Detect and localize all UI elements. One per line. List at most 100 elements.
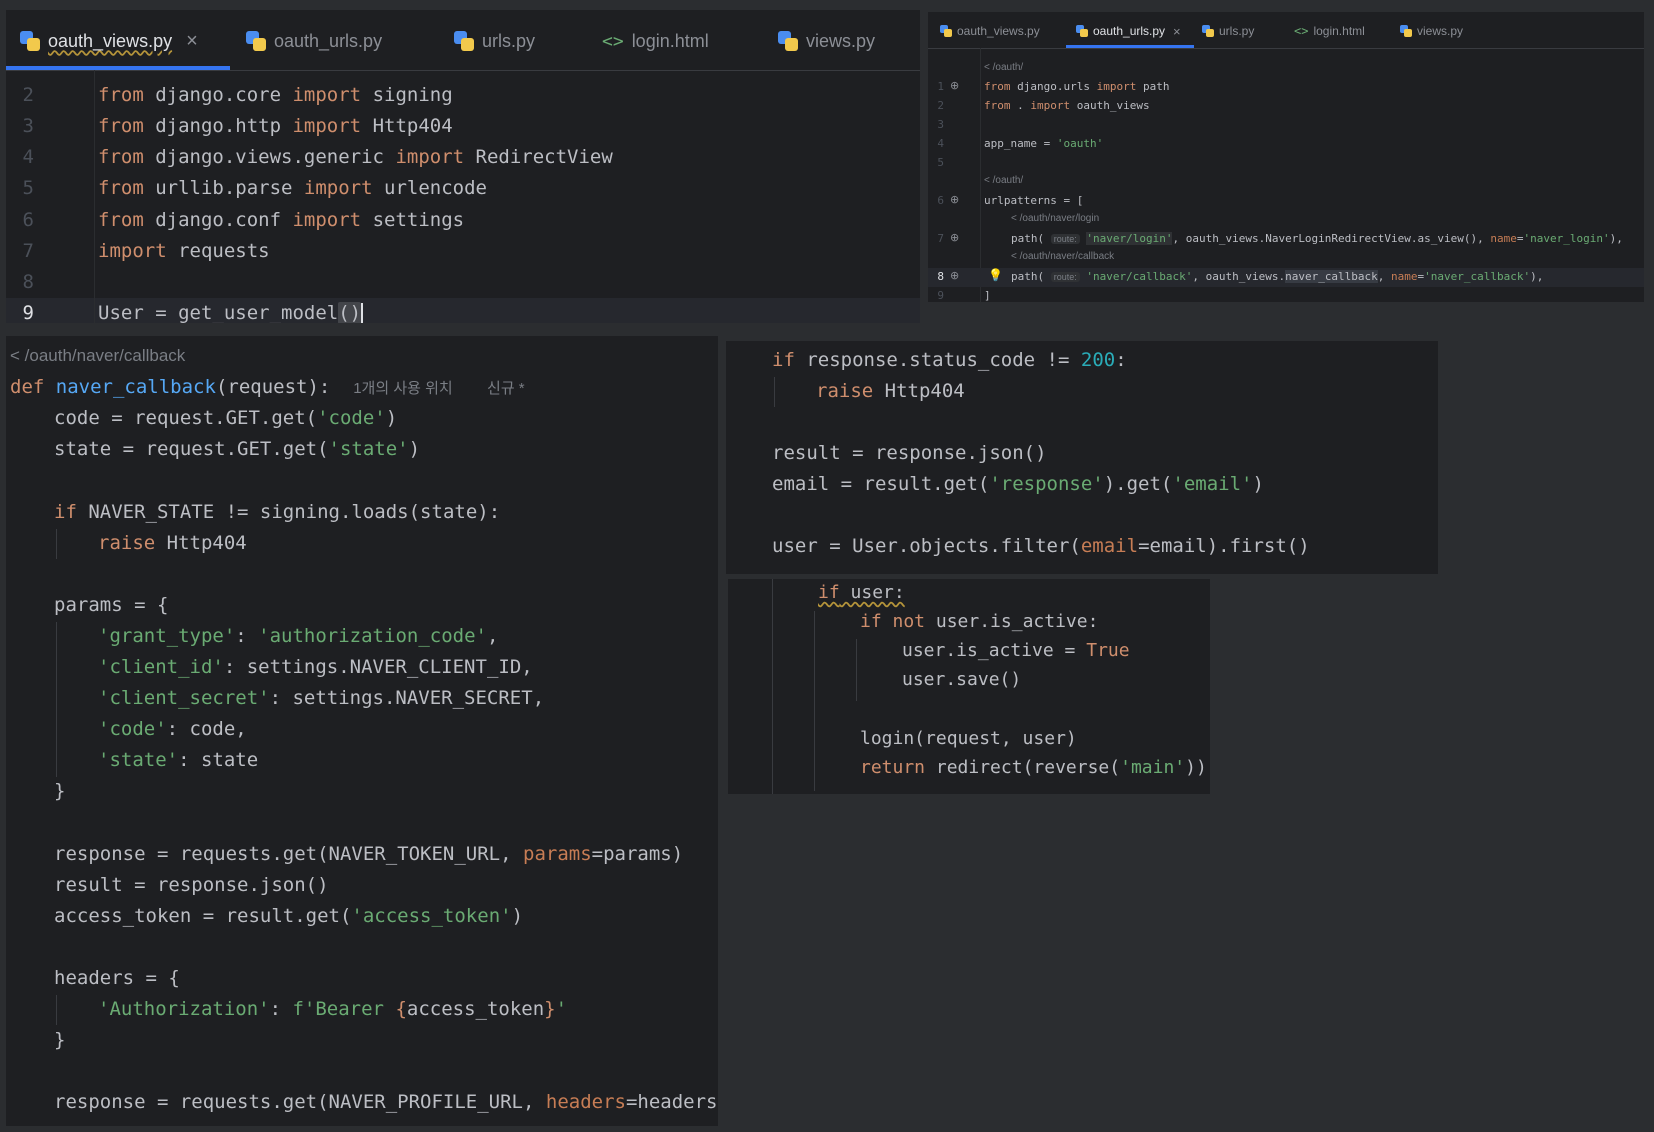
line-number: 8 bbox=[937, 270, 944, 283]
code-line: state = request.GET.get('state') bbox=[54, 438, 421, 460]
route-hint: < /oauth/ bbox=[984, 62, 1024, 73]
tab-label: oauth_urls.py bbox=[1093, 24, 1166, 38]
code-line: result = response.json() bbox=[772, 442, 1047, 464]
close-icon[interactable]: × bbox=[1173, 24, 1181, 39]
globe-icon[interactable]: ⊕ bbox=[950, 193, 959, 206]
line-number: 7 bbox=[937, 232, 944, 245]
python-file-icon bbox=[20, 31, 40, 51]
indent-guide bbox=[774, 377, 775, 407]
python-file-icon bbox=[1076, 25, 1088, 37]
new-hint: 신규 * bbox=[487, 380, 525, 397]
route-hint: < /oauth/naver/login bbox=[1011, 213, 1100, 224]
code-snippet-response-handling[interactable]: if response.status_code != 200: raise Ht… bbox=[726, 341, 1438, 574]
line-number: 2 bbox=[937, 99, 944, 112]
editor-tab-bar: oauth_views.py oauth_urls.py × urls.py <… bbox=[928, 12, 1644, 49]
code-line: 'client_id': settings.NAVER_CLIENT_ID, bbox=[98, 656, 533, 678]
code-line: from . import oauth_views bbox=[984, 99, 1150, 112]
code-line: user = User.objects.filter(email=email).… bbox=[772, 535, 1310, 557]
text-caret bbox=[361, 302, 364, 323]
python-file-icon bbox=[778, 31, 798, 51]
line-number: 9 bbox=[937, 289, 944, 302]
code-line: if NAVER_STATE != signing.loads(state): bbox=[54, 501, 501, 523]
indent-guide bbox=[56, 995, 57, 1025]
code-line: response = requests.get(NAVER_PROFILE_UR… bbox=[54, 1091, 718, 1113]
python-file-icon bbox=[246, 31, 266, 51]
globe-icon[interactable]: ⊕ bbox=[950, 79, 959, 92]
indent-guide bbox=[814, 611, 815, 791]
line-number: 3 bbox=[22, 115, 34, 137]
tab-label: views.py bbox=[1417, 24, 1464, 38]
route-hint: < /oauth/naver/callback bbox=[1011, 251, 1115, 262]
editor-oauth-views-top[interactable]: oauth_views.py × oauth_urls.py urls.py <… bbox=[6, 10, 920, 323]
indent-guide bbox=[772, 579, 773, 794]
code-line: if user: bbox=[818, 582, 905, 603]
tab-oauth-views[interactable]: oauth_views.py bbox=[940, 22, 1040, 40]
tab-label: oauth_views.py bbox=[957, 24, 1040, 38]
tab-label: views.py bbox=[806, 30, 876, 51]
tab-oauth-urls[interactable]: oauth_urls.py bbox=[246, 28, 382, 54]
python-file-icon bbox=[1400, 25, 1412, 37]
code-line: } bbox=[54, 1029, 66, 1051]
tab-urls[interactable]: urls.py bbox=[1202, 22, 1254, 40]
code-line: from django.core import signing bbox=[98, 84, 453, 106]
code-area[interactable]: < /oauth/ 1 ⊕ from django.urls import pa… bbox=[928, 48, 1644, 302]
tab-login-html[interactable]: <> login.html bbox=[1294, 22, 1365, 40]
line-number: 4 bbox=[22, 146, 34, 168]
code-line: user.save() bbox=[902, 669, 1022, 690]
line-number: 3 bbox=[937, 118, 944, 131]
globe-icon[interactable]: ⊕ bbox=[950, 269, 959, 282]
tab-label: login.html bbox=[1313, 24, 1365, 38]
python-file-icon bbox=[454, 31, 474, 51]
code-snippet-naver-callback[interactable]: < /oauth/naver/callback def naver_callba… bbox=[6, 336, 718, 1126]
lightbulb-icon[interactable]: 💡 bbox=[988, 268, 1003, 282]
tab-login-html[interactable]: <> login.html bbox=[602, 28, 709, 54]
code-line: headers = { bbox=[54, 967, 180, 989]
code-line: } bbox=[54, 780, 66, 802]
line-number: 1 bbox=[937, 80, 944, 93]
html-file-icon: <> bbox=[602, 30, 624, 52]
code-line: user.is_active = True bbox=[902, 640, 1130, 661]
code-line: return redirect(reverse('main')) bbox=[860, 757, 1207, 778]
code-area[interactable]: 2 3 4 5 6 7 8 9 from django.core import … bbox=[6, 70, 920, 323]
editor-oauth-urls[interactable]: oauth_views.py oauth_urls.py × urls.py <… bbox=[928, 12, 1644, 302]
code-line: path( route: 'naver/login', oauth_views.… bbox=[1011, 232, 1623, 245]
tab-oauth-views[interactable]: oauth_views.py × bbox=[20, 28, 198, 54]
code-line: from django.http import Http404 bbox=[98, 115, 453, 137]
code-line: email = result.get('response').get('emai… bbox=[772, 473, 1264, 495]
tab-views[interactable]: views.py bbox=[1400, 22, 1463, 40]
code-line: if not user.is_active: bbox=[860, 611, 1099, 632]
python-file-icon bbox=[1202, 25, 1214, 37]
close-icon[interactable]: × bbox=[186, 30, 198, 53]
code-line: User = get_user_model() bbox=[98, 302, 364, 323]
code-line: def naver_callback(request): 1개의 사용 위치 신… bbox=[10, 376, 525, 398]
indent-guide bbox=[56, 622, 57, 777]
code-line: 'client_secret': settings.NAVER_SECRET, bbox=[98, 687, 545, 709]
code-line: access_token = result.get('access_token'… bbox=[54, 905, 524, 927]
route-hint: < /oauth/naver/callback bbox=[10, 346, 186, 365]
globe-icon[interactable]: ⊕ bbox=[950, 231, 959, 244]
tab-urls[interactable]: urls.py bbox=[454, 28, 535, 54]
route-hint: < /oauth/ bbox=[984, 175, 1024, 186]
tab-views[interactable]: views.py bbox=[778, 28, 875, 54]
code-line: code = request.GET.get('code') bbox=[54, 407, 398, 429]
code-line: response = requests.get(NAVER_TOKEN_URL,… bbox=[54, 843, 684, 865]
code-line: result = response.json() bbox=[54, 874, 329, 896]
tab-oauth-urls[interactable]: oauth_urls.py × bbox=[1076, 22, 1181, 40]
code-line: 'grant_type': 'authorization_code', bbox=[98, 625, 499, 647]
code-snippet-login-redirect[interactable]: if user: if not user.is_active: user.is_… bbox=[728, 579, 1210, 794]
tab-label: oauth_views.py bbox=[48, 30, 173, 51]
html-file-icon: <> bbox=[1294, 24, 1309, 38]
line-number: 5 bbox=[937, 156, 944, 169]
parameter-hint: route: bbox=[1050, 272, 1080, 282]
python-file-icon bbox=[940, 25, 952, 37]
code-line: raise Http404 bbox=[816, 380, 965, 402]
code-line: params = { bbox=[54, 594, 169, 616]
code-line: login(request, user) bbox=[860, 728, 1077, 749]
line-number: 6 bbox=[937, 194, 944, 207]
code-line: path( route: 'naver/callback', oauth_vie… bbox=[1011, 270, 1544, 283]
code-line: raise Http404 bbox=[98, 532, 247, 554]
code-line: if response.status_code != 200: bbox=[772, 349, 1127, 371]
tab-label: login.html bbox=[631, 30, 709, 51]
usage-hint[interactable]: 1개의 사용 위치 bbox=[353, 380, 452, 397]
line-number: 2 bbox=[22, 84, 34, 106]
